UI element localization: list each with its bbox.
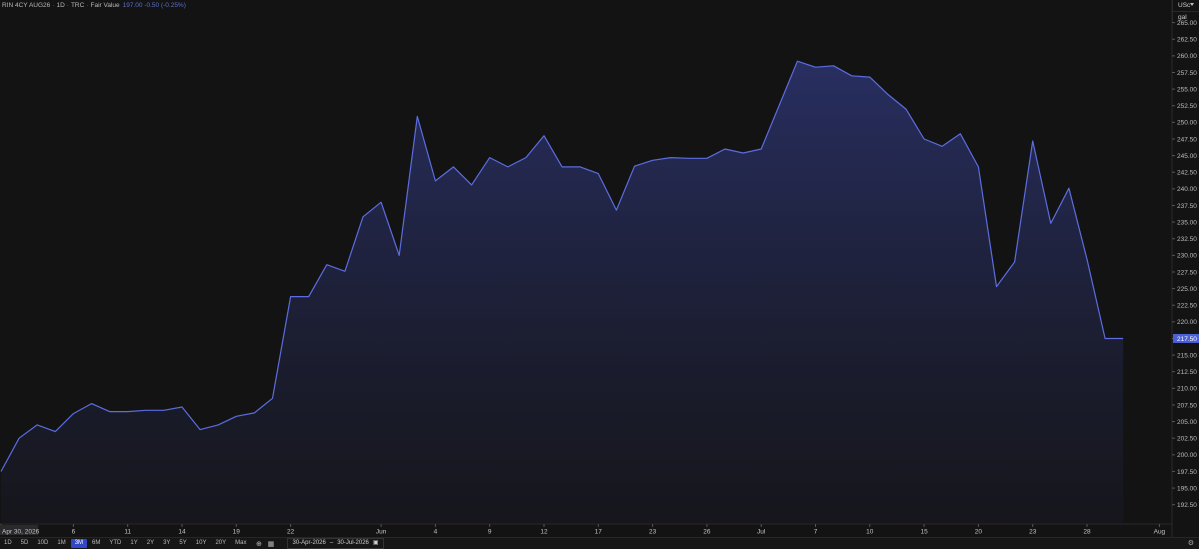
settings-icon[interactable]: ⚙ [1188, 539, 1194, 547]
x-tick-label: Jun [376, 529, 387, 536]
compare-icon[interactable]: ⊕ [254, 539, 263, 548]
y-tick-label: 202.50 [1177, 436, 1197, 443]
y-tick-label: 237.50 [1177, 203, 1197, 210]
timeframe-button-1y[interactable]: 1Y [126, 539, 141, 548]
timeframe-buttons: 1D 5D 10D 1M 3M 6M YTD 1Y 2Y 3Y 5Y 10Y 20Y Max [0, 539, 251, 548]
y-tick-label: 252.50 [1177, 103, 1197, 110]
source-label: TRC [70, 2, 85, 9]
timeframe-button-3y[interactable]: 3Y [159, 539, 174, 548]
price-axis[interactable]: 192.50 195.00 197.50 200.00 202.50 205.00 207.… [1172, 20, 1197, 509]
x-tick-label: 10 [866, 529, 874, 536]
y-tick-label: 262.50 [1177, 37, 1197, 44]
timeframe-toolbar: 1D 5D 10D 1M 3M 6M YTD 1Y 2Y 3Y 5Y 10Y 20Y Max ⊕ ▦ 30… [0, 537, 1199, 549]
y-tick-label: 200.00 [1177, 452, 1197, 459]
x-tick-label: 9 [488, 529, 492, 536]
y-tick-label: 215.00 [1177, 352, 1197, 359]
y-tick-label: 250.00 [1177, 120, 1197, 127]
y-tick-label: 245.00 [1177, 153, 1197, 160]
y-tick-label: 197.50 [1177, 469, 1197, 476]
y-tick-label: 230.00 [1177, 253, 1197, 260]
unit-selector[interactable]: USc gal [1172, 0, 1199, 22]
timeframe-button-10y[interactable]: 10Y [192, 539, 211, 548]
y-tick-label: 257.50 [1177, 70, 1197, 77]
quote-value: 197.00 -0.50 (-0.25%) [122, 2, 186, 9]
y-tick-label: 255.00 [1177, 86, 1197, 93]
y-tick-label: 207.50 [1177, 402, 1197, 409]
x-tick-label: 26 [703, 529, 711, 536]
y-tick-label: 192.50 [1177, 502, 1197, 509]
calendar-icon: ▣ [372, 540, 379, 546]
date-to: 30-Jul-2026 [337, 540, 369, 546]
date-range-picker[interactable]: 30-Apr-2026 – 30-Jul-2026 ▣ [287, 538, 384, 549]
x-tick-label: Jul [757, 529, 766, 536]
y-tick-label: 232.50 [1177, 236, 1197, 243]
x-tick-label: 12 [540, 529, 548, 536]
x-tick-label: 4 [434, 529, 438, 536]
time-axis[interactable]: Apr 30, 2026 6 11 14 19 22 Jun 4 9 12 17 23 26 Jul 7 10… [0, 524, 1166, 536]
x-tick-label: 22 [287, 529, 295, 536]
timeframe-button-20y[interactable]: 20Y [211, 539, 230, 548]
y-tick-label: 227.50 [1177, 269, 1197, 276]
y-tick-label: 235.00 [1177, 219, 1197, 226]
x-tick-label: 14 [178, 529, 186, 536]
x-tick-label: Aug [1154, 529, 1166, 536]
y-tick-label: 242.50 [1177, 170, 1197, 177]
timeframe-button-1m[interactable]: 1M [53, 539, 69, 548]
measure-unit[interactable]: gal [1173, 11, 1199, 23]
timeframe-button-5y[interactable]: 5Y [175, 539, 190, 548]
timeframe-button-10d[interactable]: 10D [33, 539, 52, 548]
timeframe-button-ytd[interactable]: YTD [105, 539, 125, 548]
x-tick-label: 17 [595, 529, 603, 536]
y-tick-label: 225.00 [1177, 286, 1197, 293]
chart-header: RIN 4CY AUG26 · 1D · TRC · Fair Value 197.00 -0… [2, 2, 186, 9]
y-tick-label: 195.00 [1177, 485, 1197, 492]
y-tick-label: 247.50 [1177, 136, 1197, 143]
interval-label[interactable]: 1D [56, 2, 64, 9]
x-tick-label: 11 [124, 529, 131, 536]
timeframe-button-6m[interactable]: 6M [88, 539, 104, 548]
x-tick-label: 28 [1083, 529, 1091, 536]
calendar-range-icon[interactable]: ▦ [266, 539, 275, 548]
field-label: Fair Value [90, 2, 120, 9]
currency-unit[interactable]: USc [1173, 0, 1199, 11]
date-from: 30-Apr-2026 [292, 540, 326, 546]
timeframe-button-3m[interactable]: 3M [70, 539, 88, 548]
x-tick-label: 7 [814, 529, 818, 536]
x-tick-label: 20 [975, 529, 983, 536]
timeframe-button-max[interactable]: Max [231, 539, 250, 548]
y-tick-label: 240.00 [1177, 186, 1197, 193]
area-fill-layer [1, 61, 1124, 524]
timeframe-button-2y[interactable]: 2Y [143, 539, 158, 548]
area-fill [1, 61, 1124, 524]
x-tick-label: 15 [920, 529, 928, 536]
x-tick-label: 6 [72, 529, 76, 536]
y-tick-label: 222.50 [1177, 303, 1197, 310]
symbol-name[interactable]: RIN 4CY AUG26 [2, 2, 50, 9]
y-tick-label: 260.00 [1177, 53, 1197, 60]
y-tick-label: 210.00 [1177, 386, 1197, 393]
x-tick-label: 19 [233, 529, 241, 536]
y-tick-label: 212.50 [1177, 369, 1197, 376]
x-tick-label: 23 [1029, 529, 1037, 536]
last-price-label: 217.50 [1177, 336, 1197, 343]
y-tick-label: 205.00 [1177, 419, 1197, 426]
y-tick-label: 220.00 [1177, 319, 1197, 326]
x-tick-label: Apr 30, 2026 [2, 529, 40, 536]
last-price-marker: 217.50 [1173, 333, 1199, 343]
price-chart[interactable]: 192.50 195.00 197.50 200.00 202.50 205.00 207.… [0, 0, 1199, 537]
timeframe-button-5d[interactable]: 5D [17, 539, 33, 548]
timeframe-button-1d[interactable]: 1D [0, 539, 16, 548]
date-separator: – [329, 540, 334, 546]
x-tick-label: 23 [649, 529, 657, 536]
